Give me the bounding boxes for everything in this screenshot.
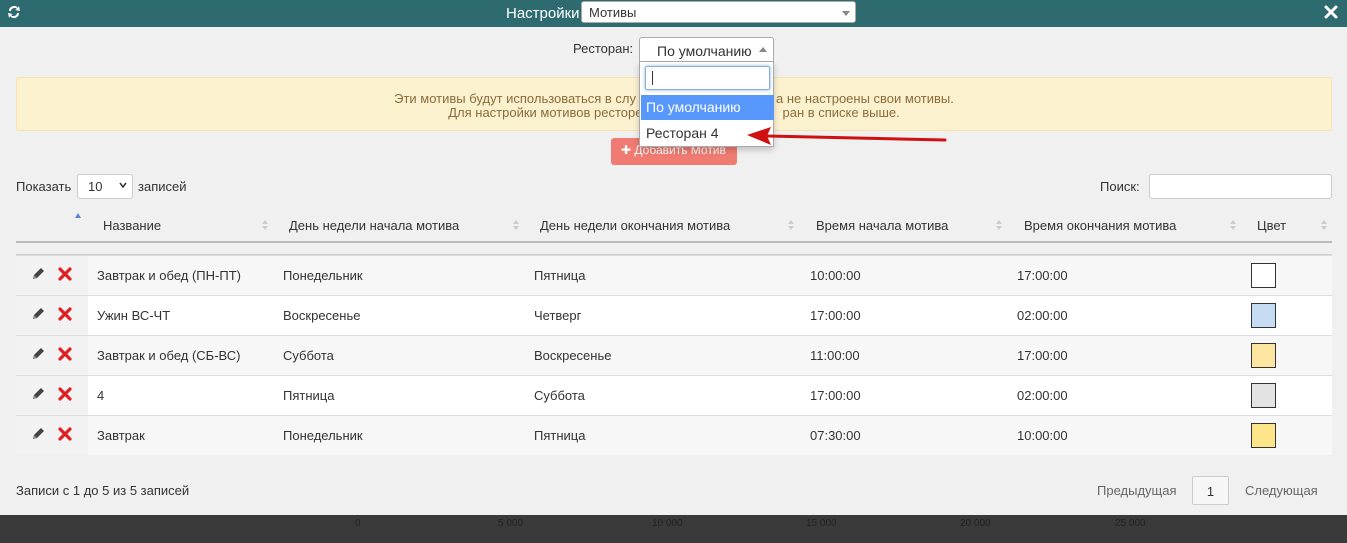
dropdown-search-input[interactable] [645, 66, 770, 90]
row-actions [16, 376, 88, 415]
background-axis-label: 15 000 [806, 518, 837, 529]
search-label: Поиск: [1100, 179, 1140, 194]
sort-icon[interactable] [513, 219, 519, 231]
table-row: Завтрак и обед (СБ-ВС) Суббота Воскресен… [16, 335, 1332, 375]
cell-name: Завтрак [97, 428, 145, 443]
cell-end-day: Четверг [534, 308, 582, 323]
cell-end-day: Пятница [534, 428, 586, 443]
row-actions [16, 256, 88, 295]
table-header: Название День недели начала мотива День … [16, 208, 1332, 243]
background-axis-label: 5 000 [498, 518, 524, 529]
background-axis-label: 10 000 [652, 518, 683, 529]
refresh-icon[interactable] [6, 4, 24, 22]
chevron-down-icon [842, 11, 850, 16]
cell-start-time: 07:30:00 [810, 428, 861, 443]
table-info: Записи с 1 до 5 из 5 записей [16, 483, 190, 498]
records-label: записей [138, 179, 187, 194]
cell-start-time: 17:00:00 [810, 388, 861, 403]
column-header-start-day[interactable]: День недели начала мотива [289, 218, 459, 233]
cell-end-day: Пятница [534, 268, 586, 283]
plus-icon: ✚ [621, 143, 632, 157]
pencil-icon[interactable] [30, 266, 46, 282]
sort-icon[interactable] [262, 219, 268, 231]
pencil-icon[interactable] [30, 386, 46, 402]
cell-end-time: 17:00:00 [1017, 348, 1068, 363]
annotation-arrow-icon [747, 127, 947, 145]
cell-name: Завтрак и обед (ПН-ПТ) [97, 268, 241, 283]
close-icon[interactable] [1324, 5, 1339, 20]
cell-end-day: Воскресенье [534, 348, 612, 363]
text-cursor [652, 71, 653, 85]
table-row: 4 Пятница Суббота 17:00:00 02:00:00 [16, 375, 1332, 415]
pencil-icon[interactable] [30, 426, 46, 442]
pencil-icon[interactable] [30, 306, 46, 322]
settings-type-value: Мотивы [589, 5, 637, 20]
sort-icon[interactable] [1230, 219, 1236, 231]
pagination-previous[interactable]: Предыдущая [1097, 483, 1177, 498]
cell-start-day: Понедельник [283, 268, 363, 283]
cell-end-time: 10:00:00 [1017, 428, 1068, 443]
row-actions [16, 336, 88, 375]
show-label: Показать [16, 179, 72, 194]
color-swatch [1251, 423, 1276, 448]
table-search-input[interactable] [1149, 174, 1332, 199]
column-header-name[interactable]: Название [103, 218, 161, 233]
cell-start-day: Пятница [283, 388, 335, 403]
sort-icon[interactable] [996, 219, 1002, 231]
delete-icon[interactable] [58, 347, 72, 361]
background-axis-label: 0 [355, 518, 361, 529]
cell-name: Завтрак и обед (СБ-ВС) [97, 348, 241, 363]
background-axis-label: 25 000 [1115, 518, 1146, 529]
restaurant-select[interactable]: По умолчанию [639, 37, 774, 62]
table-row: Завтрак и обед (ПН-ПТ) Понедельник Пятни… [16, 255, 1332, 295]
cell-start-day: Суббота [283, 348, 334, 363]
pencil-icon[interactable] [30, 346, 46, 362]
modal-title: Настройки [506, 5, 580, 22]
restaurant-label: Ресторан: [573, 41, 634, 56]
settings-type-select[interactable]: Мотивы [581, 1, 856, 23]
pagination-page-1[interactable]: 1 [1192, 476, 1229, 505]
delete-icon[interactable] [58, 387, 72, 401]
delete-icon[interactable] [58, 267, 72, 281]
table-body: Завтрак и обед (ПН-ПТ) Понедельник Пятни… [16, 254, 1332, 455]
cell-end-time: 17:00:00 [1017, 268, 1068, 283]
page-length-select[interactable]: 10 [77, 174, 133, 199]
cell-name: 4 [97, 388, 105, 403]
cell-name: Ужин ВС-ЧТ [97, 308, 171, 323]
restaurant-select-value: По умолчанию [657, 43, 752, 59]
chevron-down-icon [119, 182, 127, 189]
page-length-value: 10 [88, 179, 103, 194]
sort-asc-icon[interactable] [75, 212, 81, 224]
table-row: Ужин ВС-ЧТ Воскресенье Четверг 17:00:00 … [16, 295, 1332, 335]
pagination-next[interactable]: Следующая [1245, 483, 1318, 498]
cell-end-time: 02:00:00 [1017, 388, 1068, 403]
table-row: Завтрак Понедельник Пятница 07:30:00 10:… [16, 415, 1332, 455]
dropdown-option-default[interactable]: По умолчанию [641, 95, 774, 120]
background-axis-label: 20 000 [960, 518, 991, 529]
modal-header: Настройки Мотивы [0, 0, 1347, 27]
cell-start-day: Воскресенье [283, 308, 361, 323]
color-swatch [1251, 383, 1276, 408]
chevron-up-icon [759, 47, 767, 52]
color-swatch [1251, 343, 1276, 368]
cell-start-time: 10:00:00 [810, 268, 861, 283]
color-swatch [1251, 303, 1276, 328]
cell-end-time: 02:00:00 [1017, 308, 1068, 323]
modal-body: Ресторан: По умолчанию Эти мотивы будут … [0, 27, 1347, 515]
cell-start-time: 11:00:00 [810, 348, 860, 363]
sort-icon[interactable] [788, 219, 794, 231]
delete-icon[interactable] [58, 307, 72, 321]
column-header-end-time[interactable]: Время окончания мотива [1024, 218, 1176, 233]
row-actions [16, 296, 88, 335]
cell-start-day: Понедельник [283, 428, 363, 443]
column-header-end-day[interactable]: День недели окончания мотива [540, 218, 730, 233]
sort-icon[interactable] [1321, 219, 1327, 231]
column-header-start-time[interactable]: Время начала мотива [816, 218, 948, 233]
cell-start-time: 17:00:00 [810, 308, 861, 323]
cell-end-day: Суббота [534, 388, 585, 403]
color-swatch [1251, 263, 1276, 288]
row-actions [16, 416, 88, 455]
delete-icon[interactable] [58, 427, 72, 441]
column-header-color[interactable]: Цвет [1257, 218, 1286, 233]
